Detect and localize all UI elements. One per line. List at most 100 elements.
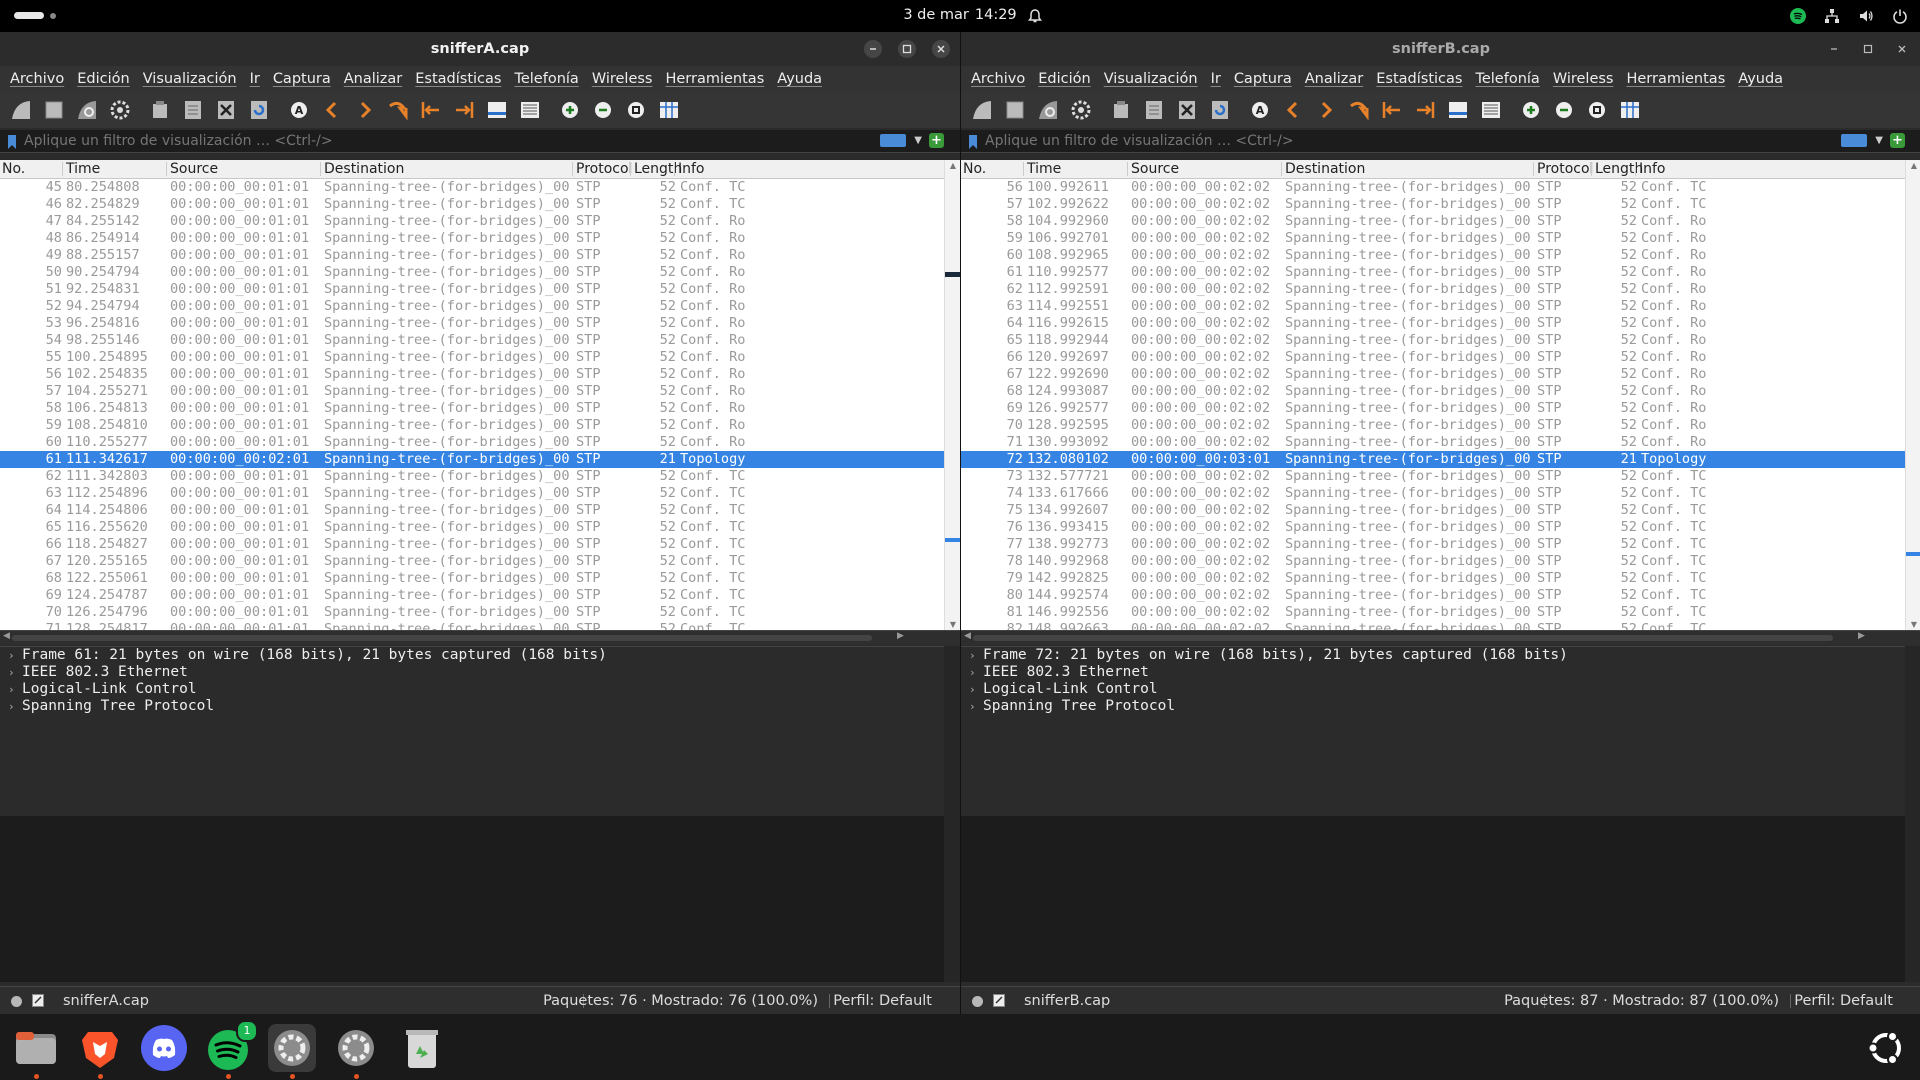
reload-file-icon[interactable]: [247, 98, 271, 122]
menu-item[interactable]: Ir: [1205, 71, 1228, 87]
packet-row[interactable]: 79 142.992825 00:00:00_00:02:02 Spanning-tr…: [961, 570, 1905, 587]
packet-row[interactable]: 62 111.342803 00:00:00_00:01:01 Spanning-tr…: [0, 468, 944, 485]
packet-row[interactable]: 45 80.254808 00:00:00_00:01:01 Spanning-tre…: [0, 179, 944, 196]
selected-packet-row[interactable]: 61 111.342617 00:00:00_00:02:01 Spanning-tr…: [0, 451, 944, 468]
packet-row[interactable]: 68 124.993087 00:00:00_00:02:02 Spanning-tr…: [961, 383, 1905, 400]
packet-row[interactable]: 51 92.254831 00:00:00_00:01:01 Spanning-tre…: [0, 281, 944, 298]
packet-row[interactable]: 67 120.255165 00:00:00_00:01:01 Spanning-tr…: [0, 553, 944, 570]
column-separator[interactable]: [1281, 162, 1282, 176]
menu-item[interactable]: Estadísticas: [409, 71, 508, 87]
packet-row[interactable]: 64 114.254806 00:00:00_00:01:01 Spanning-tr…: [0, 502, 944, 519]
packet-row[interactable]: 58 104.992960 00:00:00_00:02:02 Spanning-tr…: [961, 213, 1905, 230]
first-packet-icon[interactable]: [1380, 98, 1404, 122]
column-header[interactable]: No.: [2, 160, 25, 178]
packet-row[interactable]: 61 110.992577 00:00:00_00:02:02 Spanning-tr…: [961, 264, 1905, 281]
scroll-up-icon[interactable]: ▲: [1906, 161, 1920, 170]
pane-scrollbar[interactable]: [1905, 646, 1920, 982]
title-bar[interactable]: snifferA.cap: [0, 32, 960, 66]
column-header[interactable]: Protocol: [576, 160, 632, 178]
packet-row[interactable]: 54 98.255146 00:00:00_00:01:01 Spanning-tre…: [0, 332, 944, 349]
close-button[interactable]: [1893, 40, 1911, 58]
packet-row[interactable]: 58 106.254813 00:00:00_00:01:01 Spanning-tr…: [0, 400, 944, 417]
column-header[interactable]: Info: [678, 160, 705, 178]
open-file-icon[interactable]: [1109, 98, 1133, 122]
column-separator[interactable]: [572, 162, 573, 176]
packet-row[interactable]: 64 116.992615 00:00:00_00:02:02 Spanning-tr…: [961, 315, 1905, 332]
scroll-up-icon[interactable]: ▲: [945, 161, 960, 170]
packet-row[interactable]: 75 134.992607 00:00:00_00:02:02 Spanning-tr…: [961, 502, 1905, 519]
packet-list[interactable]: No. Time Source Destination Protocol Length In…: [961, 160, 1905, 630]
last-packet-icon[interactable]: [452, 98, 476, 122]
clock[interactable]: 3 de mar 14:29: [0, 0, 1920, 32]
selected-packet-row[interactable]: 72 132.080102 00:00:00_00:03:01 Spanning-tr…: [961, 451, 1905, 468]
detail-tree-item[interactable]: › Spanning Tree Protocol: [0, 698, 944, 715]
packet-row[interactable]: 68 122.255061 00:00:00_00:01:01 Spanning-tr…: [0, 570, 944, 587]
restart-capture-icon[interactable]: [75, 98, 99, 122]
packet-bytes[interactable]: [0, 816, 944, 982]
go-to-packet-icon[interactable]: [1347, 98, 1371, 122]
packet-row[interactable]: 78 140.992968 00:00:00_00:02:02 Spanning-tr…: [961, 553, 1905, 570]
save-file-icon[interactable]: [1142, 98, 1166, 122]
packet-row[interactable]: 49 88.255157 00:00:00_00:01:01 Spanning-tre…: [0, 247, 944, 264]
column-header[interactable]: Destination: [1285, 160, 1365, 178]
packet-row[interactable]: 47 84.255142 00:00:00_00:01:01 Spanning-tre…: [0, 213, 944, 230]
files-icon[interactable]: [12, 1024, 60, 1079]
column-header[interactable]: Length: [634, 160, 682, 178]
packet-row[interactable]: 81 146.992556 00:00:00_00:02:02 Spanning-tr…: [961, 604, 1905, 621]
scroll-track[interactable]: [973, 635, 1833, 641]
menu-item[interactable]: Visualización: [137, 71, 244, 87]
packet-row[interactable]: 60 108.992965 00:00:00_00:02:02 Spanning-tr…: [961, 247, 1905, 264]
column-header[interactable]: Info: [1639, 160, 1666, 178]
column-header[interactable]: Length: [1595, 160, 1643, 178]
column-separator[interactable]: [62, 162, 63, 176]
packet-rows[interactable]: 45 80.254808 00:00:00_00:01:01 Spanning-tre…: [0, 179, 944, 630]
resize-columns-icon[interactable]: [657, 98, 681, 122]
column-separator[interactable]: [1591, 162, 1592, 176]
packet-row[interactable]: 55 100.254895 00:00:00_00:01:01 Spanning-tr…: [0, 349, 944, 366]
trash-icon[interactable]: [398, 1024, 446, 1072]
go-to-packet-icon[interactable]: [386, 98, 410, 122]
packet-row[interactable]: 67 122.992690 00:00:00_00:02:02 Spanning-tr…: [961, 366, 1905, 383]
column-separator[interactable]: [1023, 162, 1024, 176]
chevron-right-icon[interactable]: ›: [969, 664, 983, 681]
packet-row[interactable]: 56 100.992611 00:00:00_00:02:02 Spanning-tr…: [961, 179, 1905, 196]
resize-columns-icon[interactable]: [1618, 98, 1642, 122]
detail-tree-item[interactable]: › IEEE 802.3 Ethernet: [961, 664, 1905, 681]
column-separator[interactable]: [1533, 162, 1534, 176]
notification-bell-icon[interactable]: [1026, 7, 1044, 25]
packet-row[interactable]: 60 110.255277 00:00:00_00:01:01 Spanning-tr…: [0, 434, 944, 451]
scroll-right-icon[interactable]: ▶: [1858, 631, 1865, 641]
zoom-in-icon[interactable]: [1519, 98, 1543, 122]
capture-comment-icon[interactable]: [32, 994, 44, 1007]
packet-row[interactable]: 69 124.254787 00:00:00_00:01:01 Spanning-tr…: [0, 587, 944, 604]
menu-item[interactable]: Analizar: [338, 71, 410, 87]
detail-tree-item[interactable]: › Frame 72: 21 bytes on wire (168 bits), …: [961, 647, 1905, 664]
capture-options-icon[interactable]: [108, 98, 132, 122]
go-forward-icon[interactable]: [1314, 98, 1338, 122]
start-capture-icon[interactable]: [9, 98, 33, 122]
column-header[interactable]: Destination: [324, 160, 404, 178]
display-filter-input[interactable]: [985, 131, 1815, 150]
menu-item[interactable]: Analizar: [1299, 71, 1371, 87]
packet-row[interactable]: 70 128.992595 00:00:00_00:02:02 Spanning-tr…: [961, 417, 1905, 434]
packet-row[interactable]: 71 130.993092 00:00:00_00:02:02 Spanning-tr…: [961, 434, 1905, 451]
menu-item[interactable]: Edición: [1032, 71, 1097, 87]
network-icon[interactable]: [1822, 6, 1842, 26]
apply-filter-arrow-icon[interactable]: [880, 134, 906, 147]
system-tray[interactable]: [1788, 5, 1910, 27]
detail-tree-item[interactable]: › Logical-Link Control: [0, 681, 944, 698]
packet-row[interactable]: 66 120.992697 00:00:00_00:02:02 Spanning-tr…: [961, 349, 1905, 366]
close-file-icon[interactable]: [214, 98, 238, 122]
menu-item[interactable]: Ir: [244, 71, 267, 87]
zoom-in-icon[interactable]: [558, 98, 582, 122]
auto-scroll-icon[interactable]: [1446, 98, 1470, 122]
packet-row[interactable]: 53 96.254816 00:00:00_00:01:01 Spanning-tre…: [0, 315, 944, 332]
chevron-right-icon[interactable]: ›: [969, 681, 983, 698]
menu-item[interactable]: Herramientas: [1620, 71, 1732, 87]
column-separator[interactable]: [320, 162, 321, 176]
minimize-button[interactable]: [864, 40, 882, 58]
packet-row[interactable]: 57 104.255271 00:00:00_00:01:01 Spanning-tr…: [0, 383, 944, 400]
capture-comment-icon[interactable]: [993, 994, 1005, 1007]
packet-row[interactable]: 73 132.577721 00:00:00_00:02:02 Spanning-tr…: [961, 468, 1905, 485]
menu-item[interactable]: Herramientas: [659, 71, 771, 87]
